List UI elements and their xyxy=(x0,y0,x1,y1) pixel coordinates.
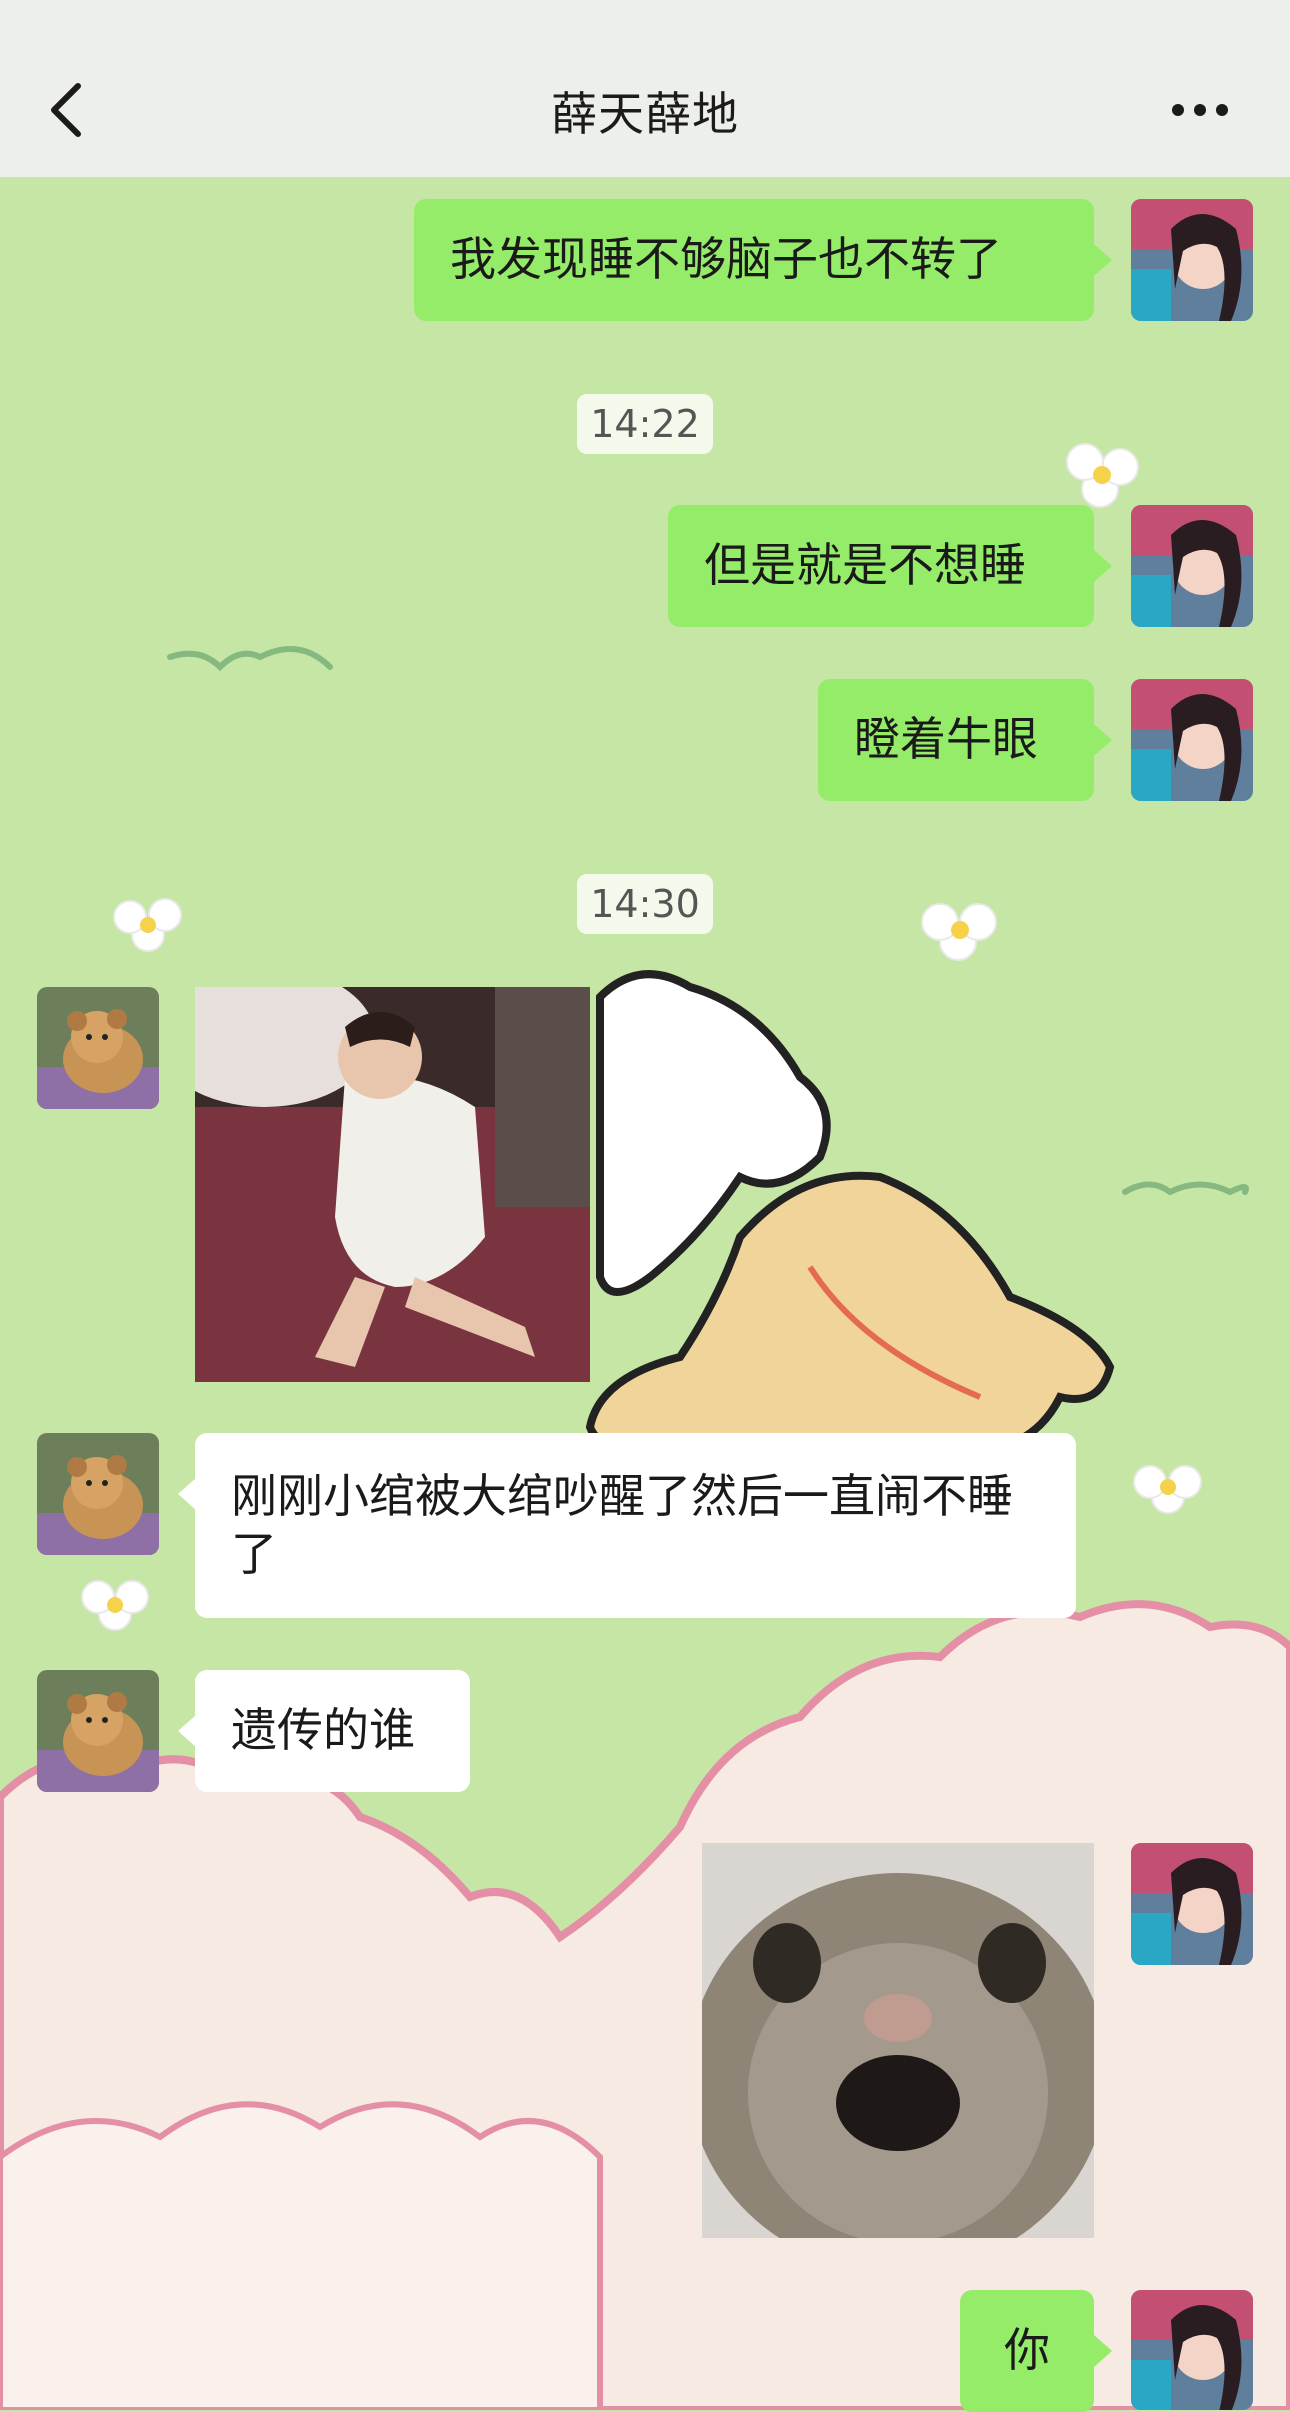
incoming-message-bubble[interactable]: 刚刚小绾被大绾吵醒了然后一直闹不睡了 xyxy=(195,1433,1076,1618)
message-text: 我发现睡不够脑子也不转了 xyxy=(450,232,1002,287)
friend-avatar[interactable] xyxy=(37,987,159,1109)
my-avatar[interactable] xyxy=(1131,2290,1253,2410)
message-text: 但是就是不想睡 xyxy=(704,538,1026,593)
bubble-tail xyxy=(1094,2335,1112,2367)
message-text: 遗传的谁 xyxy=(231,1703,415,1758)
chat-title[interactable]: 薛天薛地 xyxy=(0,78,1290,144)
shared-photo-baby[interactable] xyxy=(195,987,590,1382)
message-text: 刚刚小绾被大绾吵醒了然后一直闹不睡了 xyxy=(231,1469,1013,1581)
my-avatar[interactable] xyxy=(1131,199,1253,321)
outgoing-message-bubble[interactable]: 但是就是不想睡 xyxy=(668,505,1094,627)
message-text: 瞪着牛眼 xyxy=(854,712,1038,767)
my-avatar[interactable] xyxy=(1131,679,1253,801)
outgoing-message-bubble[interactable]: 你 xyxy=(960,2290,1094,2412)
bubble-tail xyxy=(178,1715,196,1747)
message-text: 你 xyxy=(1004,2323,1050,2378)
bubble-tail xyxy=(1094,724,1112,756)
bubble-tail xyxy=(178,1478,196,1510)
bubble-tail xyxy=(1094,550,1112,582)
chat-wallpaper xyxy=(0,177,1290,2410)
friend-avatar[interactable] xyxy=(37,1433,159,1555)
my-avatar[interactable] xyxy=(1131,1843,1253,1965)
my-avatar[interactable] xyxy=(1131,505,1253,627)
outgoing-message-bubble[interactable]: 我发现睡不够脑子也不转了 xyxy=(414,199,1094,321)
incoming-message-bubble[interactable]: 遗传的谁 xyxy=(195,1670,470,1792)
outgoing-message-bubble[interactable]: 瞪着牛眼 xyxy=(818,679,1094,801)
friend-avatar[interactable] xyxy=(37,1670,159,1792)
more-dots-icon[interactable] xyxy=(1170,98,1230,122)
bubble-tail xyxy=(1094,244,1112,276)
timestamp: 14:30 xyxy=(577,874,713,934)
timestamp: 14:22 xyxy=(577,394,713,454)
shocked-cat-sticker[interactable] xyxy=(702,1843,1094,2238)
